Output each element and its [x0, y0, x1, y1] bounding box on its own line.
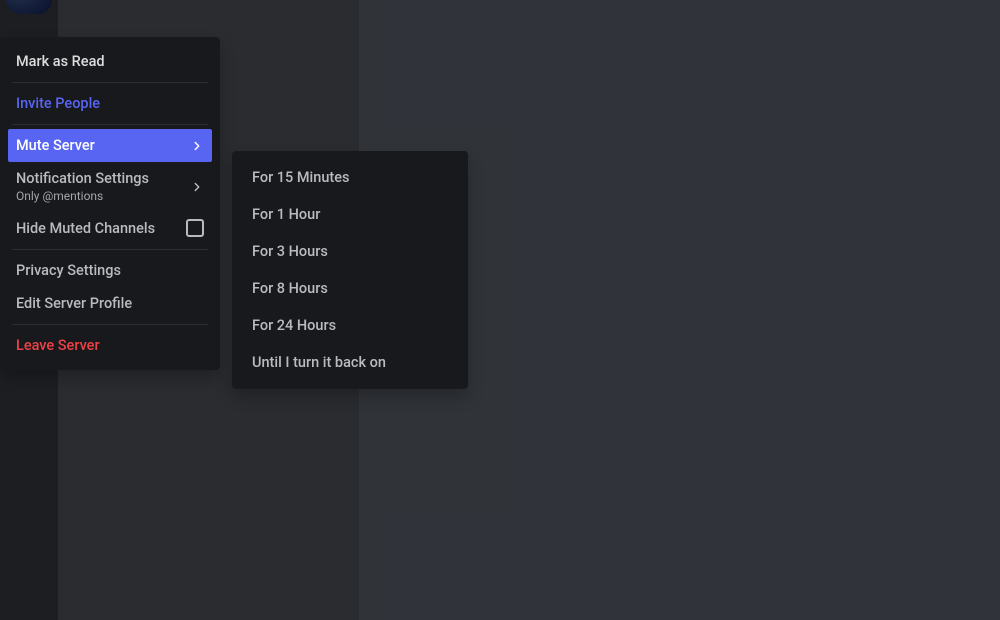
menu-item-label: Mute Server [16, 137, 95, 154]
menu-item-label: Hide Muted Channels [16, 220, 155, 237]
menu-separator [12, 249, 208, 250]
server-context-menu: Mark as Read Invite People Mute Server N… [0, 37, 220, 370]
menu-item-label: Leave Server [16, 337, 100, 354]
chevron-right-icon [190, 139, 204, 153]
menu-separator [12, 124, 208, 125]
menu-item-notification-settings[interactable]: Notification Settings Only @mentions [8, 162, 212, 211]
submenu-item-1-hour[interactable]: For 1 Hour [240, 196, 460, 233]
menu-item-privacy-settings[interactable]: Privacy Settings [8, 254, 212, 287]
menu-item-label: Mark as Read [16, 53, 105, 70]
chevron-right-icon [190, 180, 204, 194]
menu-item-invite-people[interactable]: Invite People [8, 87, 212, 120]
submenu-item-until-turn-back-on[interactable]: Until I turn it back on [240, 344, 460, 381]
menu-item-label: Privacy Settings [16, 262, 121, 279]
submenu-item-label: Until I turn it back on [252, 354, 386, 371]
menu-item-hide-muted-channels[interactable]: Hide Muted Channels [8, 211, 212, 245]
menu-item-subtext: Only @mentions [16, 189, 149, 203]
menu-item-label: Notification Settings [16, 170, 149, 187]
menu-item-mute-server[interactable]: Mute Server [8, 129, 212, 162]
submenu-item-label: For 15 Minutes [252, 169, 349, 186]
menu-separator [12, 324, 208, 325]
menu-item-mark-read[interactable]: Mark as Read [8, 45, 212, 78]
submenu-item-3-hours[interactable]: For 3 Hours [240, 233, 460, 270]
menu-separator [12, 82, 208, 83]
submenu-item-15-minutes[interactable]: For 15 Minutes [240, 159, 460, 196]
checkbox-unchecked-icon[interactable] [186, 219, 204, 237]
menu-item-label: Invite People [16, 95, 100, 112]
submenu-item-8-hours[interactable]: For 8 Hours [240, 270, 460, 307]
menu-item-leave-server[interactable]: Leave Server [8, 329, 212, 362]
menu-item-label: Edit Server Profile [16, 295, 132, 312]
mute-submenu: For 15 Minutes For 1 Hour For 3 Hours Fo… [232, 151, 468, 389]
submenu-item-label: For 3 Hours [252, 243, 328, 260]
menu-item-edit-server-profile[interactable]: Edit Server Profile [8, 287, 212, 320]
submenu-item-label: For 8 Hours [252, 280, 328, 297]
submenu-item-24-hours[interactable]: For 24 Hours [240, 307, 460, 344]
submenu-item-label: For 24 Hours [252, 317, 336, 334]
submenu-item-label: For 1 Hour [252, 206, 320, 223]
